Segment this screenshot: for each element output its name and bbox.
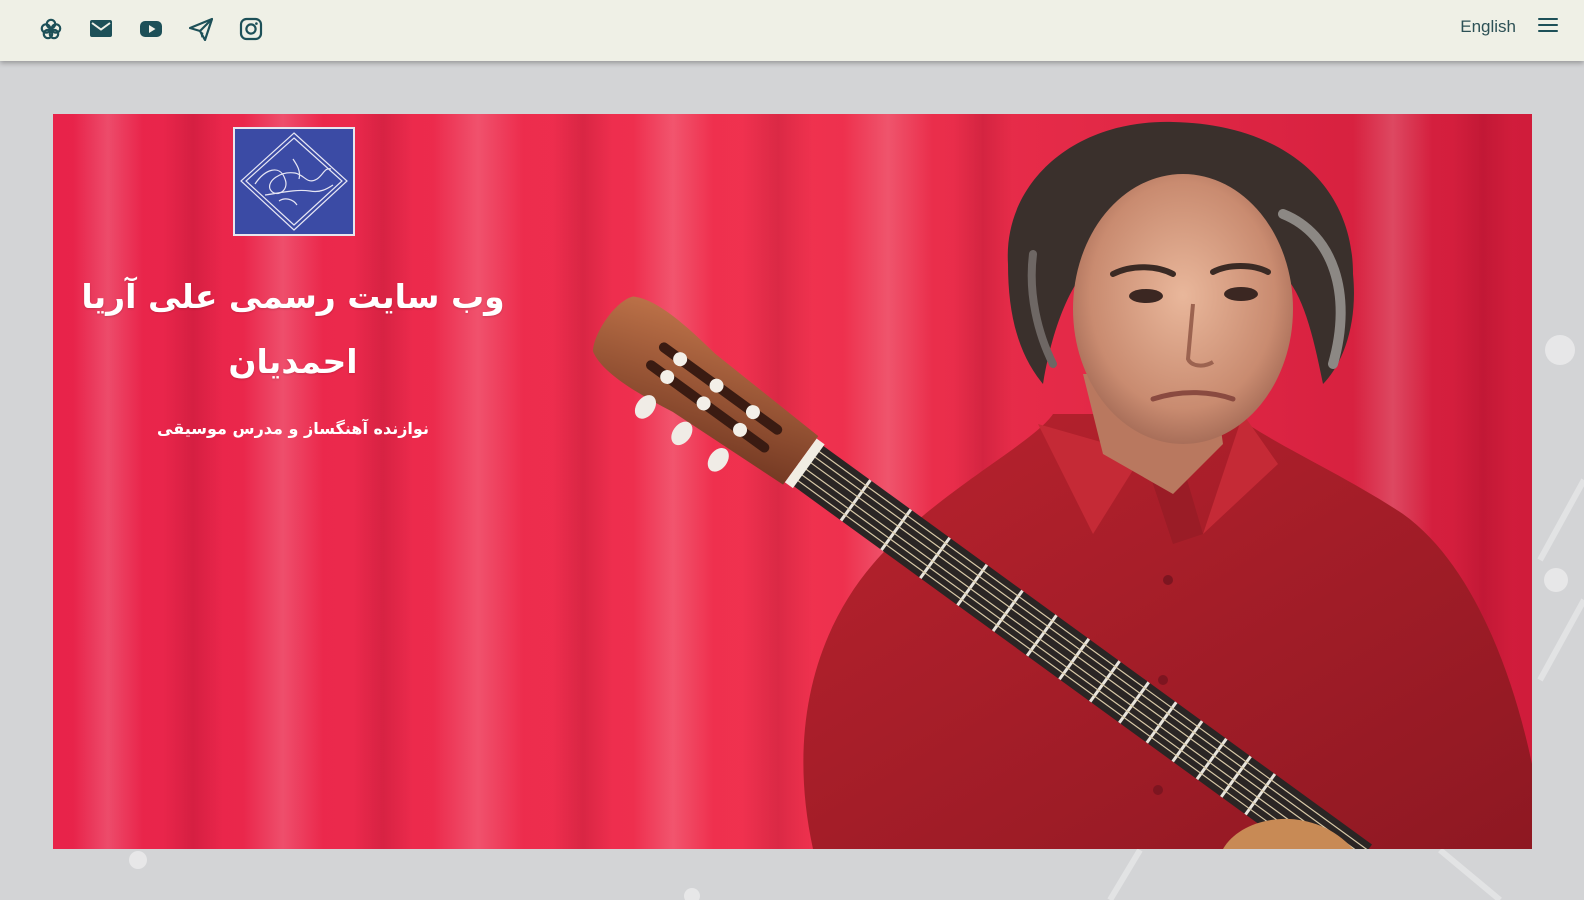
hero-banner: وب سایت رسمی علی آریا احمدیان نوازنده آه…	[53, 114, 1532, 849]
instagram-icon[interactable]	[226, 14, 276, 44]
telegram-icon[interactable]	[176, 14, 226, 44]
youtube-icon[interactable]	[126, 14, 176, 44]
social-links	[26, 14, 276, 44]
top-navigation-bar: English	[0, 0, 1584, 61]
site-subtitle: نوازنده آهنگساز و مدرس موسیقی	[157, 419, 429, 438]
site-title-line-1: وب سایت رسمی علی آریا	[81, 277, 505, 316]
site-title-line-2: احمدیان	[228, 342, 358, 381]
language-switch-link[interactable]: English	[1460, 17, 1516, 37]
site-title: وب سایت رسمی علی آریا احمدیان	[73, 264, 513, 394]
hamburger-menu-icon[interactable]	[1538, 18, 1558, 36]
mail-icon[interactable]	[76, 14, 126, 44]
flower-icon[interactable]	[26, 14, 76, 44]
signature-logo[interactable]	[233, 127, 355, 236]
